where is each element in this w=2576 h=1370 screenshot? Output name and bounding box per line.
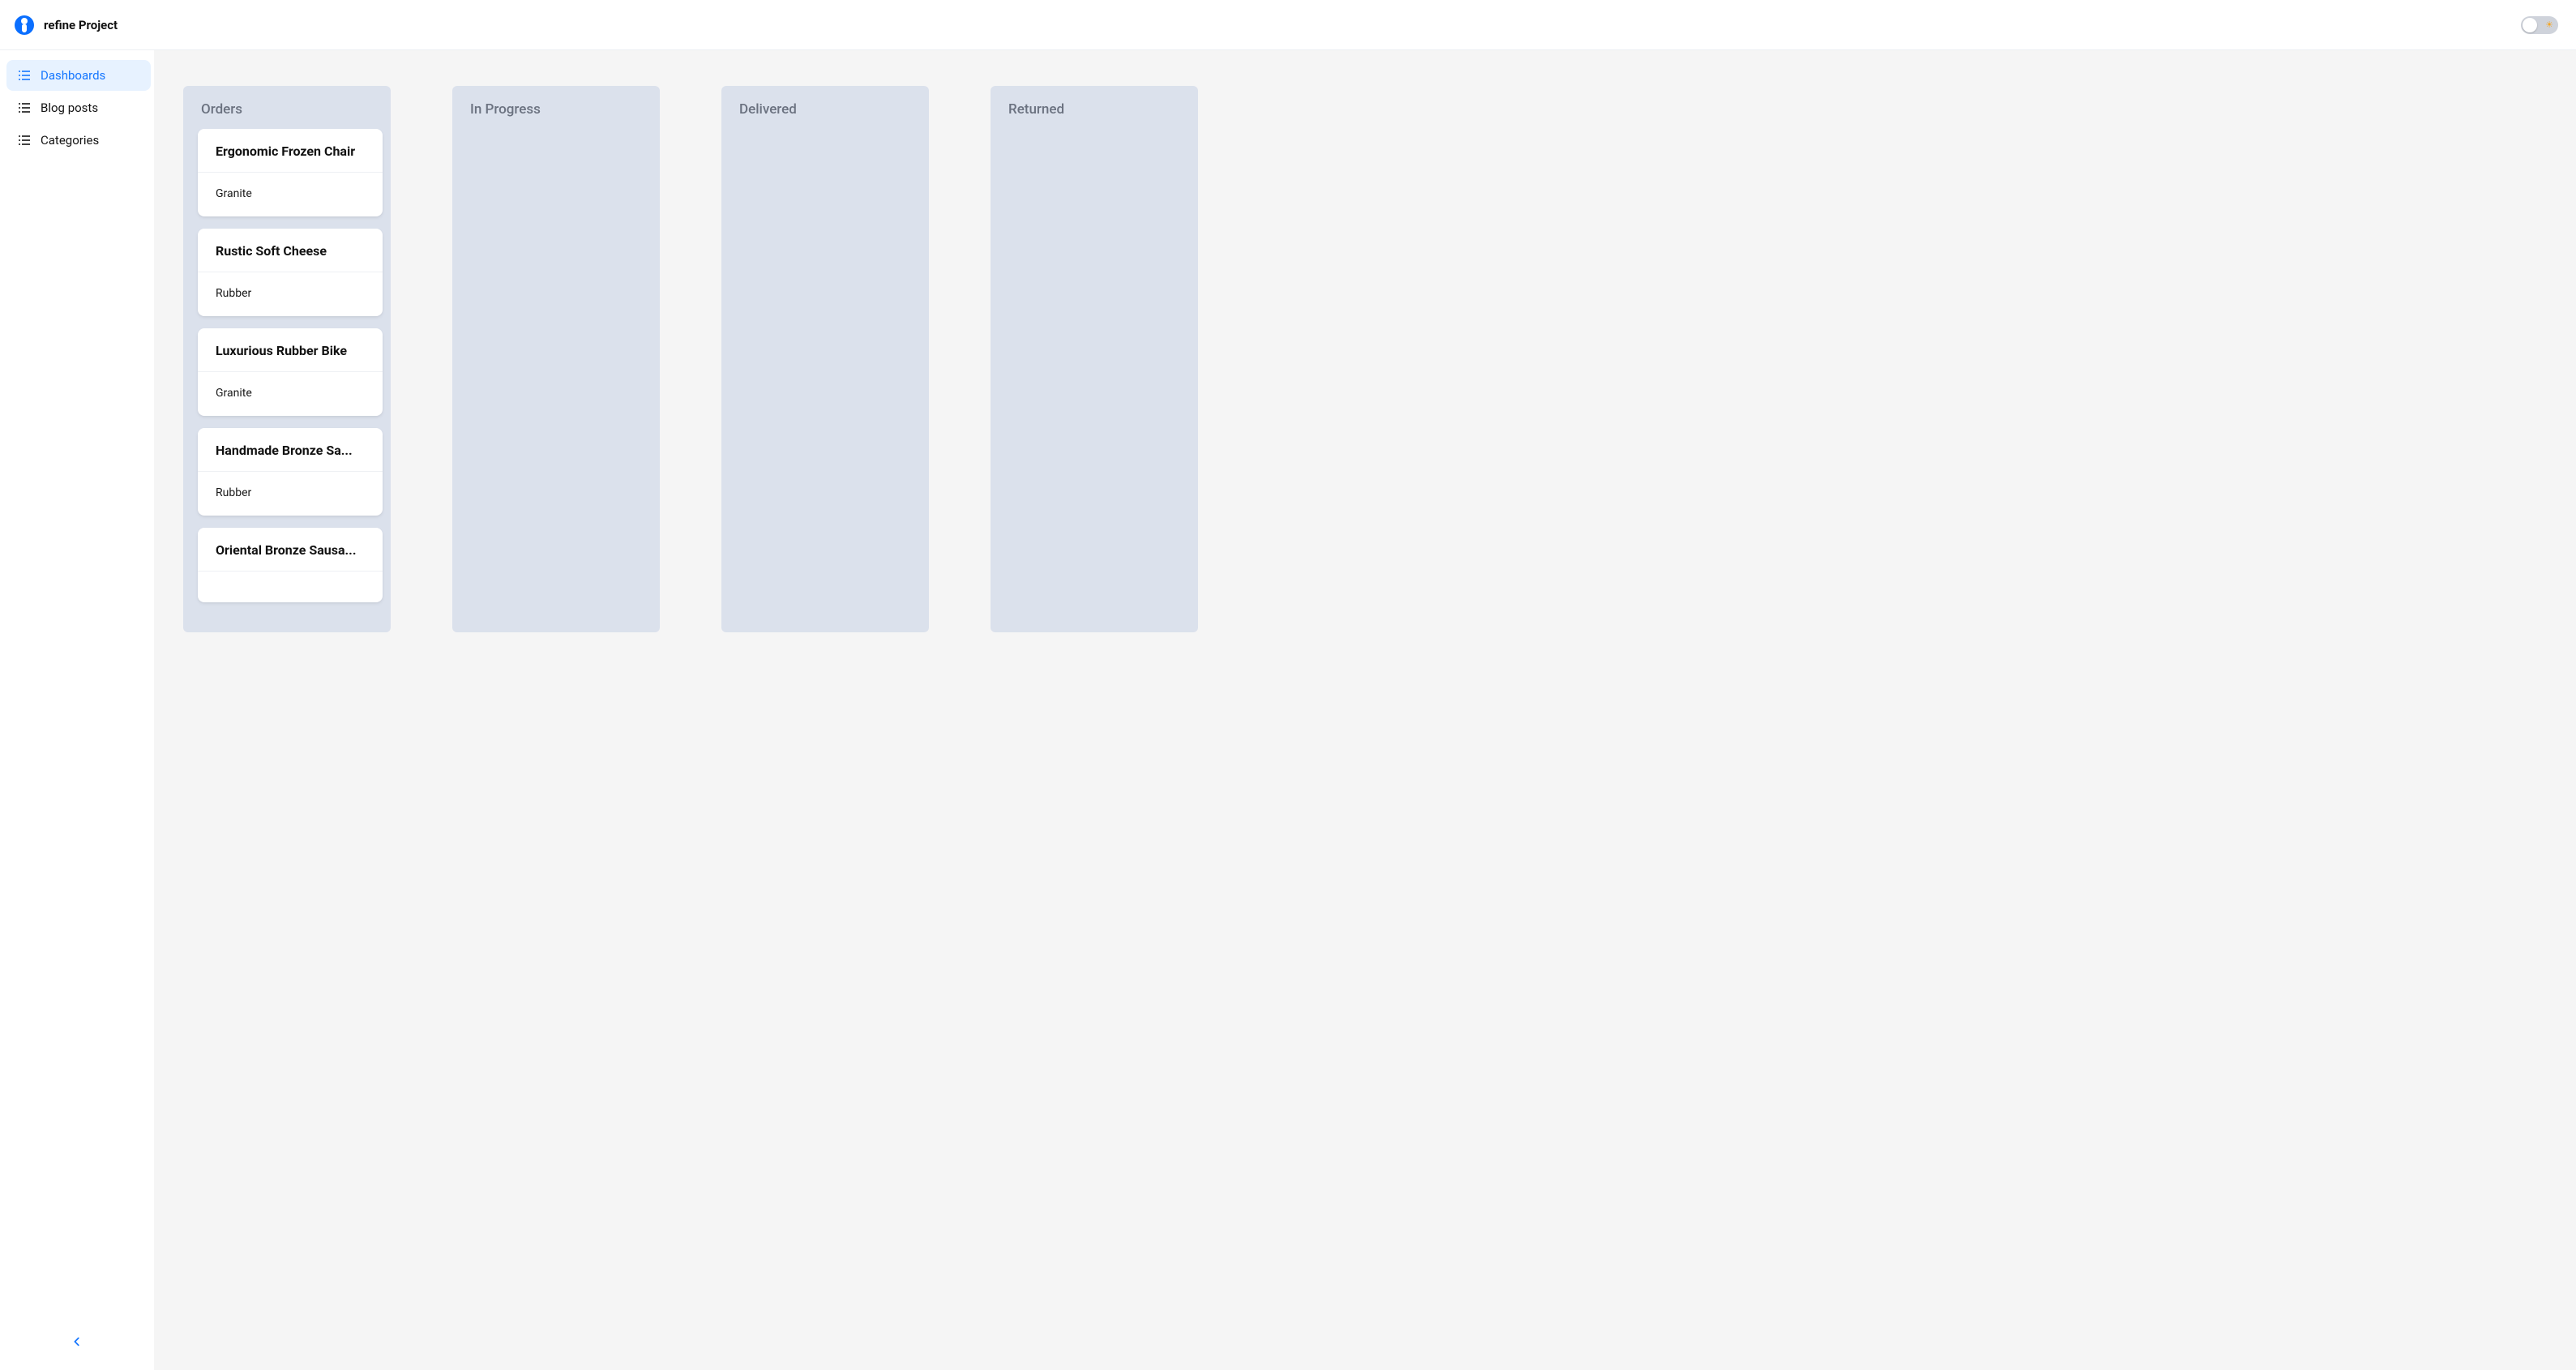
sun-icon: ☀ [2545,19,2553,30]
column-body[interactable]: Ergonomic Frozen Chair Granite Rustic So… [183,129,391,614]
column-title: Orders [183,99,391,129]
card-subtitle [198,572,383,602]
column-delivered: Delivered [721,86,929,632]
column-orders: Orders Ergonomic Frozen Chair Granite Ru… [183,86,391,632]
card-title: Rustic Soft Cheese [198,229,383,272]
sidebar-item-categories[interactable]: Categories [6,125,151,156]
sidebar: Dashboards Blog posts Categories [0,50,154,1370]
kanban-card[interactable]: Rustic Soft Cheese Rubber [198,229,383,316]
card-title: Handmade Bronze Sa... [198,428,383,472]
card-subtitle: Rubber [198,272,383,316]
list-icon [18,101,31,114]
chevron-left-icon [71,1336,83,1347]
kanban-card[interactable]: Handmade Bronze Sa... Rubber [198,428,383,516]
kanban-board: Orders Ergonomic Frozen Chair Granite Ru… [183,86,2557,632]
toggle-knob [2523,18,2537,32]
list-icon [18,134,31,147]
card-title: Ergonomic Frozen Chair [198,129,383,173]
content: Orders Ergonomic Frozen Chair Granite Ru… [154,50,2576,1370]
column-title: Delivered [721,99,929,129]
sidebar-item-label: Categories [41,133,99,148]
sidebar-item-label: Dashboards [41,68,105,83]
header: refine Project ☀ [0,0,2576,50]
theme-toggle[interactable]: ☀ [2521,16,2558,34]
card-subtitle: Rubber [198,472,383,516]
kanban-card[interactable]: Luxurious Rubber Bike Granite [198,328,383,416]
column-in-progress: In Progress [452,86,660,632]
layout: Dashboards Blog posts Categories [0,50,2576,1370]
column-title: Returned [991,99,1198,129]
sidebar-collapse-button[interactable] [66,1331,88,1355]
app-title: refine Project [44,18,118,32]
kanban-card[interactable]: Ergonomic Frozen Chair Granite [198,129,383,216]
sidebar-item-blog-posts[interactable]: Blog posts [6,92,151,123]
list-icon [18,69,31,82]
kanban-card[interactable]: Oriental Bronze Sausa... [198,528,383,602]
card-subtitle: Granite [198,372,383,416]
card-subtitle: Granite [198,173,383,216]
card-title: Oriental Bronze Sausa... [198,528,383,572]
column-returned: Returned [991,86,1198,632]
column-title: In Progress [452,99,660,129]
card-title: Luxurious Rubber Bike [198,328,383,372]
header-left: refine Project [15,15,118,35]
sidebar-item-label: Blog posts [41,101,98,115]
sidebar-item-dashboards[interactable]: Dashboards [6,60,151,91]
refine-logo-icon [15,15,34,35]
